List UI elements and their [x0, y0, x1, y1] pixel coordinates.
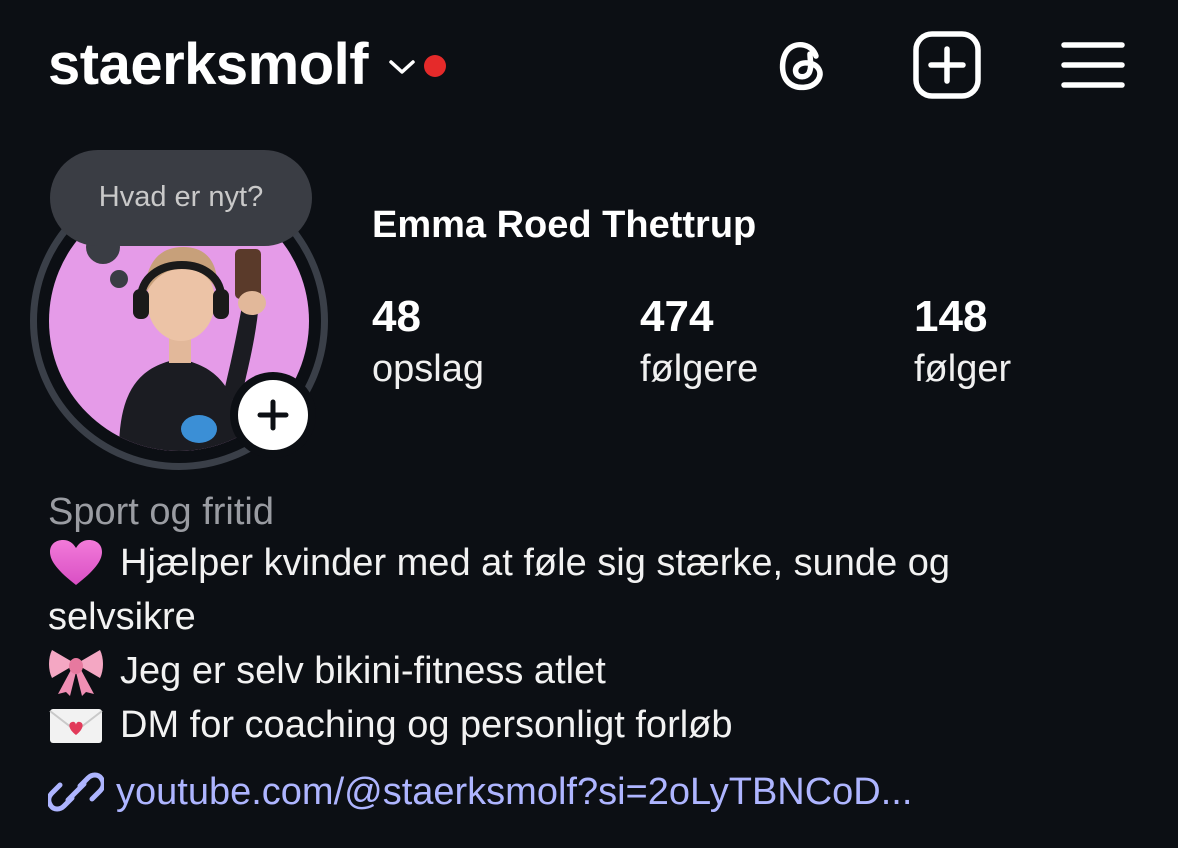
create-post-icon[interactable]: [912, 30, 982, 100]
bio-text: Jeg er selv bikini-fitness atlet: [120, 650, 606, 692]
stat-posts[interactable]: 48 opslag: [372, 290, 484, 394]
add-story-circle: [238, 380, 308, 450]
stat-followers[interactable]: 474 følgere: [640, 290, 758, 394]
stat-following[interactable]: 148 følger: [914, 290, 1011, 394]
chevron-down-icon: [389, 60, 415, 74]
note-bubble-tail-small: [110, 270, 128, 288]
pink-bow-icon: [48, 644, 108, 698]
love-letter-icon: [48, 698, 108, 752]
stat-following-label: følger: [914, 348, 1012, 390]
stat-following-count: 148: [914, 292, 988, 341]
profile-page: staerksmolf Hvad er nyt? Emma Roed Thett…: [0, 0, 1178, 848]
note-text: Hvad er nyt?: [98, 180, 264, 213]
bio-section: Sport og fritid Hjælper kvinder med at f…: [48, 488, 1148, 816]
bio-link-text: youtube.com/@staerksmolf?si=2oLyTBNCoD..…: [116, 770, 913, 813]
pink-heart-icon: [48, 536, 108, 590]
stat-posts-count: 48: [372, 292, 421, 341]
notification-dot: [424, 55, 447, 77]
add-story-button[interactable]: [230, 372, 316, 458]
bio-text: DM for coaching og personligt forløb: [120, 704, 733, 746]
username: staerksmolf: [48, 32, 369, 97]
stat-posts-label: opslag: [372, 348, 484, 390]
bio-text: selvsikre: [48, 596, 196, 638]
account-switcher[interactable]: staerksmolf: [48, 30, 447, 100]
bio-text: Hjælper kvinder med at føle sig stærke, …: [120, 542, 951, 584]
bio-line: selvsikre: [48, 590, 1148, 644]
stat-followers-label: følgere: [640, 348, 759, 390]
plus-icon: [257, 399, 289, 431]
profile-header: staerksmolf: [0, 0, 1178, 130]
threads-icon[interactable]: [768, 30, 838, 100]
bio-link[interactable]: youtube.com/@staerksmolf?si=2oLyTBNCoD..…: [48, 768, 1148, 816]
note-bubble[interactable]: Hvad er nyt?: [50, 150, 312, 246]
link-icon: [48, 772, 104, 812]
stat-followers-count: 474: [640, 292, 714, 341]
bio-line: Hjælper kvinder med at føle sig stærke, …: [48, 536, 1148, 590]
bio-line: DM for coaching og personligt forløb: [48, 698, 1148, 752]
bio-line: Jeg er selv bikini-fitness atlet: [48, 644, 1148, 698]
menu-icon[interactable]: [1058, 30, 1128, 100]
profile-category: Sport og fritid: [48, 491, 274, 533]
full-name: Emma Roed Thettrup: [372, 204, 757, 246]
